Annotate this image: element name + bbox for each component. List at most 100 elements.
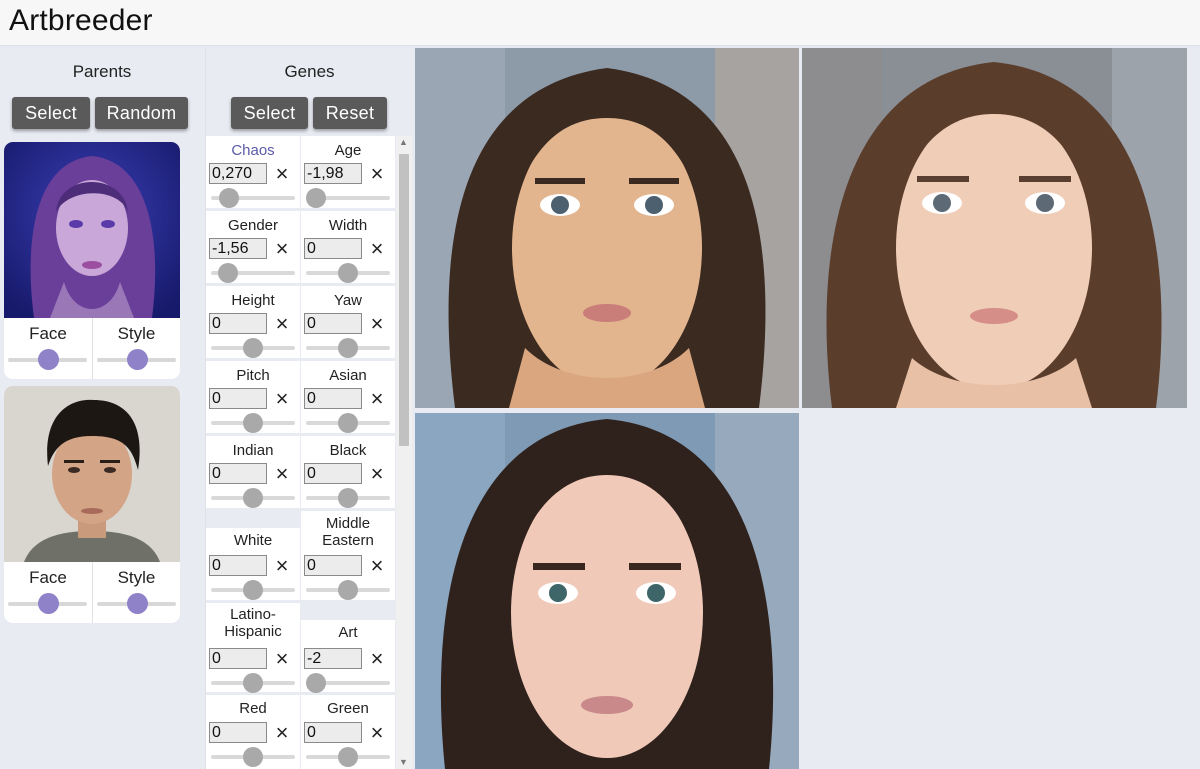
gene-chaos-slider[interactable] [211,188,295,208]
gene-width-slider-thumb[interactable] [338,263,358,283]
gene-green-clear-icon[interactable]: × [368,722,386,744]
gene-asian-slider-thumb[interactable] [338,413,358,433]
gene-gender-clear-icon[interactable]: × [273,238,291,260]
gene-gender-slider-thumb[interactable] [217,263,238,283]
gene-pitch-input[interactable] [209,388,267,409]
parents-select-button[interactable]: Select [12,97,90,129]
scroll-down-arrow-icon[interactable]: ▼ [399,757,408,767]
gene-art-clear-icon[interactable]: × [368,648,386,670]
gene-black-slider[interactable] [306,488,390,508]
gene-age-clear-icon[interactable]: × [368,163,386,185]
gene-latino-hispanic-input[interactable] [209,648,267,669]
result-image-3[interactable] [415,413,799,769]
gene-red-clear-icon[interactable]: × [273,722,291,744]
gene-chaos-input[interactable] [209,163,267,184]
gene-red-slider[interactable] [211,747,295,767]
gene-green-input[interactable] [304,722,362,743]
gene-middle-eastern-label-line1: Middle [325,515,371,532]
gene-white-clear-icon[interactable]: × [273,555,291,577]
gene-height-clear-icon[interactable]: × [273,313,291,335]
gene-white-slider[interactable] [211,580,295,600]
gene-middle-eastern-input[interactable] [304,555,362,576]
gene-red-input[interactable] [209,722,267,743]
gene-asian-slider[interactable] [306,413,390,433]
gene-middle-eastern-slider-thumb[interactable] [338,580,358,600]
gene-width: Width × [301,211,395,283]
gene-yaw-input[interactable] [304,313,362,334]
gene-green-slider[interactable] [306,747,390,767]
parent-1-style-slider-thumb[interactable] [126,349,148,370]
gene-latino-hispanic-slider-thumb[interactable] [243,673,263,693]
gene-green-label: Green [327,700,369,717]
result-image-1[interactable] [415,48,799,408]
result-image-2[interactable] [802,48,1187,408]
gene-middle-eastern-label-line2: Eastern [322,532,374,549]
gene-white-input[interactable] [209,555,267,576]
parent-2-face-label: Face [29,568,67,587]
gene-art-input[interactable] [304,648,362,669]
gene-width-slider[interactable] [306,263,390,283]
gene-gender-input[interactable] [209,238,267,259]
gene-latino-hispanic-slider[interactable] [211,673,295,693]
gene-asian-input[interactable] [304,388,362,409]
parent-2-face-slider-thumb[interactable] [37,593,59,614]
gene-width-clear-icon[interactable]: × [368,238,386,260]
parent-card-1[interactable]: Face Style [4,142,180,379]
genes-list[interactable]: Chaos × Age × Gender × Width × Height [206,136,396,769]
parent-1-face-slider-thumb[interactable] [37,349,59,370]
parent-2-face-control: Face [4,562,92,623]
gene-height-input[interactable] [209,313,267,334]
gene-latino-hispanic: Latino- Hispanic × [206,603,300,693]
genes-scrollbar[interactable]: ▲ ▼ [396,136,412,769]
parent-2-style-slider[interactable] [97,593,176,614]
scroll-up-arrow-icon[interactable]: ▲ [399,137,408,147]
parent-1-face-slider[interactable] [8,349,87,370]
gene-age-slider[interactable] [306,188,390,208]
gene-indian-slider[interactable] [211,488,295,508]
gene-asian-clear-icon[interactable]: × [368,388,386,410]
gene-pitch-slider[interactable] [211,413,295,433]
gene-middle-eastern-slider[interactable] [306,580,390,600]
gene-age-slider-thumb[interactable] [306,188,327,208]
gene-latino-hispanic-clear-icon[interactable]: × [273,648,291,670]
gene-art-slider-thumb[interactable] [306,673,327,693]
gene-white-slider-thumb[interactable] [243,580,263,600]
parent-2-style-slider-thumb[interactable] [126,593,148,614]
gene-chaos-slider-thumb[interactable] [219,188,240,208]
gene-black-input[interactable] [304,463,362,484]
gene-red-slider-thumb[interactable] [243,747,263,767]
gene-width-input[interactable] [304,238,362,259]
gene-latino-hispanic-label-line2: Hispanic [224,623,282,640]
parents-random-button[interactable]: Random [95,97,188,129]
gene-yaw-slider[interactable] [306,338,390,358]
gene-indian-clear-icon[interactable]: × [273,463,291,485]
gene-black-slider-thumb[interactable] [338,488,358,508]
gene-art-slider[interactable] [306,673,390,693]
parent-card-2[interactable]: Face Style [4,386,180,623]
gene-height-slider[interactable] [211,338,295,358]
gene-middle-eastern-clear-icon[interactable]: × [368,555,386,577]
gene-black: Black × [301,436,395,508]
gene-pitch-clear-icon[interactable]: × [273,388,291,410]
gene-yaw-clear-icon[interactable]: × [368,313,386,335]
gene-chaos-clear-icon[interactable]: × [273,163,291,185]
top-bar: Artbreeder [0,0,1200,46]
gene-green-slider-thumb[interactable] [338,747,358,767]
parent-1-portrait[interactable] [4,142,180,318]
gene-width-label: Width [328,217,368,234]
gene-height-slider-thumb[interactable] [243,338,263,358]
parent-2-face-slider[interactable] [8,593,87,614]
genes-select-button[interactable]: Select [231,97,308,129]
gene-indian-slider-thumb[interactable] [243,488,263,508]
gene-gender-slider[interactable] [211,263,295,283]
gene-yaw-slider-thumb[interactable] [338,338,358,358]
genes-reset-button[interactable]: Reset [313,97,387,129]
parent-2-portrait[interactable] [4,386,180,562]
gene-black-clear-icon[interactable]: × [368,463,386,485]
gene-age-input[interactable] [304,163,362,184]
gene-pitch-slider-thumb[interactable] [243,413,263,433]
gene-indian-input[interactable] [209,463,267,484]
gene-chaos: Chaos × [206,136,300,208]
genes-scrollbar-thumb[interactable] [399,154,409,446]
parent-1-style-slider[interactable] [97,349,176,370]
